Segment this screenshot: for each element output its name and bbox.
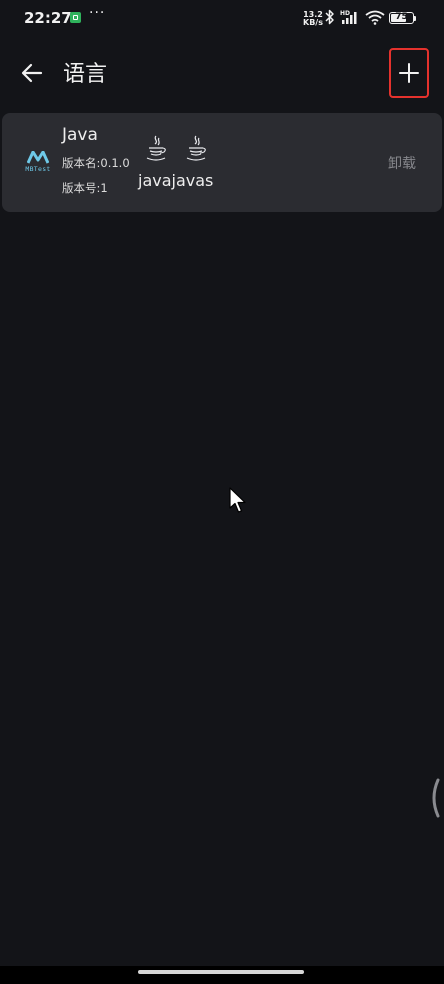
notification-app-icon [70, 12, 81, 23]
extension-label: javas [171, 171, 214, 190]
more-notifications-icon: ··· [89, 5, 106, 21]
back-button[interactable] [16, 58, 48, 88]
uninstall-button[interactable]: 卸载 [388, 153, 416, 173]
arrow-left-icon [21, 63, 43, 83]
plugin-logo: MBTest [24, 151, 52, 173]
add-language-button[interactable] [389, 48, 429, 98]
battery-icon: 75 [389, 12, 414, 24]
language-card[interactable]: MBTest Java 版本名:0.1.0 版本号:1 java javas 卸载 [2, 113, 442, 212]
battery-level: 75 [395, 12, 408, 22]
network-speed: 13.2 KB/s [303, 11, 323, 27]
edge-gesture-handle[interactable] [428, 778, 440, 818]
page-title: 语言 [63, 62, 108, 87]
bluetooth-icon [325, 9, 334, 25]
status-bar: 22:27 ··· 13.2 KB/s HD 75 [0, 0, 444, 38]
battery-tip [414, 16, 416, 21]
signal-icon: HD [340, 10, 357, 24]
language-name: Java [62, 125, 98, 145]
hd-label: HD [340, 10, 350, 17]
mouse-pointer-icon [229, 487, 246, 513]
mbtest-logo-icon [27, 151, 49, 164]
javas-file-icon [186, 135, 206, 161]
status-time: 22:27 [24, 9, 72, 27]
wifi-icon [365, 10, 385, 25]
extension-label: java [138, 171, 172, 190]
logo-text: MBTest [25, 165, 51, 173]
app-bar: 语言 [0, 38, 444, 108]
network-speed-unit: KB/s [303, 18, 323, 27]
navigation-bar [0, 966, 444, 984]
version-name: 版本名:0.1.0 [62, 156, 130, 170]
file-extensions: java javas [138, 171, 213, 190]
home-indicator[interactable] [138, 970, 304, 974]
version-code: 版本号:1 [62, 181, 108, 195]
plus-icon [399, 63, 419, 83]
java-file-icon [146, 135, 166, 161]
